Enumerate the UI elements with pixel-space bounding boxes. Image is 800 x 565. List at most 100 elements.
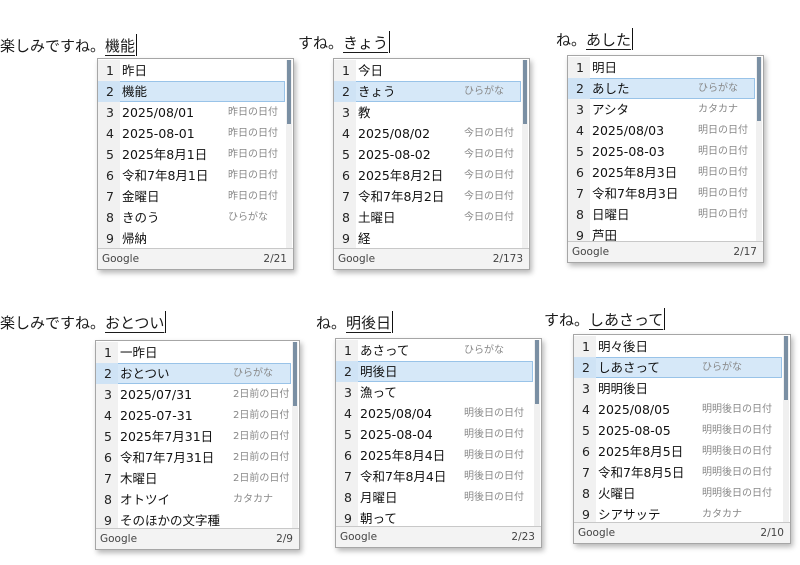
composition-text: あした	[586, 31, 632, 49]
candidate-scrollbar[interactable]	[522, 60, 528, 249]
candidate-number: 8	[344, 490, 352, 505]
candidate-number: 5	[342, 147, 350, 162]
candidate-row[interactable]: 8 オトツイ カタカナ	[96, 489, 291, 510]
candidate-window: 1 今日 2 きょう ひらがな 3 教 4 2025/08/02 今日の日付 5 2025-08-02…	[333, 58, 530, 270]
candidate-row[interactable]: 7 令和7年8月5日 明明後日の日付	[574, 462, 782, 483]
candidate-scrollbar[interactable]	[292, 342, 298, 531]
candidate-row[interactable]: 4 2025/08/04 明後日の日付	[336, 403, 533, 424]
composition-line[interactable]: ね。あした	[556, 28, 634, 52]
candidate-scrollbar[interactable]	[756, 57, 762, 246]
candidate-row[interactable]: 7 令和7年8月2日 今日の日付	[334, 186, 521, 207]
candidate-row[interactable]: 1 一昨日	[96, 342, 291, 363]
candidate-row[interactable]: 3 漁って	[336, 382, 533, 403]
google-brand-label: Google	[338, 253, 376, 265]
candidate-row[interactable]: 6 令和7年7月31日 2日前の日付	[96, 447, 291, 468]
candidate-text: 一昨日	[120, 345, 158, 360]
candidate-row[interactable]: 5 2025-08-02 今日の日付	[334, 144, 521, 165]
candidate-row[interactable]: 6 2025年8月3日 明日の日付	[568, 162, 755, 183]
candidate-row[interactable]: 5 2025-08-05 明明後日の日付	[574, 420, 782, 441]
candidate-row[interactable]: 8 日曜日 明日の日付	[568, 204, 755, 225]
candidate-text: 今日	[358, 63, 384, 78]
candidate-row[interactable]: 3教	[334, 102, 521, 123]
candidate-number: 5	[582, 423, 590, 438]
candidate-row-selected[interactable]: 2 明後日	[336, 361, 533, 382]
candidate-row[interactable]: 4 2025-07-31 2日前の日付	[96, 405, 291, 426]
candidate-number: 8	[576, 207, 584, 222]
candidate-row[interactable]: 6 2025年8月2日 今日の日付	[334, 165, 521, 186]
scrollbar-thumb[interactable]	[784, 336, 788, 400]
candidate-row-selected[interactable]: 2 しあさって ひらがな	[574, 357, 782, 378]
candidate-row[interactable]: 5 2025-08-03 明日の日付	[568, 141, 755, 162]
candidate-text: 2025/08/05	[598, 402, 671, 417]
candidate-row[interactable]: 5 2025-08-04 明後日の日付	[336, 424, 533, 445]
text-caret	[165, 311, 167, 333]
page-indicator: 2/21	[263, 253, 287, 265]
candidate-number: 7	[342, 189, 350, 204]
scrollbar-thumb[interactable]	[757, 57, 761, 121]
google-brand-label: Google	[578, 527, 616, 539]
candidate-row[interactable]: 7 令和7年8月3日 明日の日付	[568, 183, 755, 204]
candidate-row[interactable]: 8 きのう ひらがな	[98, 207, 285, 228]
candidate-row[interactable]: 1 今日	[334, 60, 521, 81]
candidate-row[interactable]: 4 2025/08/03 明日の日付	[568, 120, 755, 141]
scrollbar-thumb[interactable]	[287, 60, 291, 124]
candidate-row[interactable]: 8 火曜日 明明後日の日付	[574, 483, 782, 504]
candidate-annotation: 2日前の日付	[233, 473, 290, 484]
candidate-row[interactable]: 1 昨日	[98, 60, 285, 81]
composition-line[interactable]: 楽しみですね。おとつい	[0, 311, 167, 335]
candidate-number: 1	[582, 339, 590, 354]
candidate-row[interactable]: 5 2025年7月31日 2日前の日付	[96, 426, 291, 447]
composition-line[interactable]: ね。明後日	[316, 311, 394, 335]
scrollbar-thumb[interactable]	[293, 342, 297, 406]
composition-text: おとつい	[105, 314, 165, 332]
candidate-row[interactable]: 6 令和7年8月1日 昨日の日付	[98, 165, 285, 186]
candidate-annotation: カタカナ	[698, 104, 738, 115]
candidate-row[interactable]: 4 2025/08/05 明明後日の日付	[574, 399, 782, 420]
candidate-row-selected[interactable]: 2 おとつい ひらがな	[96, 363, 291, 384]
candidate-number: 7	[344, 469, 352, 484]
candidate-annotation: 2日前の日付	[233, 452, 290, 463]
composition-line[interactable]: すね。きょう	[298, 31, 391, 55]
candidate-scrollbar[interactable]	[534, 340, 540, 529]
candidate-row[interactable]: 4 2025-08-01 昨日の日付	[98, 123, 285, 144]
candidate-text: オトツイ	[120, 492, 171, 507]
candidate-row[interactable]: 9 帰納	[98, 228, 285, 249]
candidate-row[interactable]: 1 あさって ひらがな	[336, 340, 533, 361]
composition-line[interactable]: 楽しみですね。機能	[0, 34, 138, 58]
candidate-row[interactable]: 6 2025年8月4日 明後日の日付	[336, 445, 533, 466]
candidate-row[interactable]: 3 2025/08/01 昨日の日付	[98, 102, 285, 123]
candidate-number: 8	[342, 210, 350, 225]
scrollbar-thumb[interactable]	[535, 340, 539, 404]
candidate-text: 2025/07/31	[120, 387, 193, 402]
candidate-row[interactable]: 3 明明後日	[574, 378, 782, 399]
candidate-text: 経	[358, 231, 371, 246]
candidate-row[interactable]: 7 金曜日 昨日の日付	[98, 186, 285, 207]
candidate-row[interactable]: 8 月曜日 明後日の日付	[336, 487, 533, 508]
candidate-row[interactable]: 1 明日	[568, 57, 755, 78]
candidate-annotation: ひらがな	[233, 368, 273, 379]
candidate-row[interactable]: 7 木曜日 2日前の日付	[96, 468, 291, 489]
scrollbar-thumb[interactable]	[523, 60, 527, 124]
candidate-row[interactable]: 6 2025年8月5日 明明後日の日付	[574, 441, 782, 462]
candidate-text: 2025/08/01	[122, 105, 195, 120]
candidate-row-selected[interactable]: 2 機能	[98, 81, 285, 102]
candidate-scrollbar[interactable]	[783, 336, 789, 525]
candidate-row[interactable]: 1 明々後日	[574, 336, 782, 357]
candidate-row-selected[interactable]: 2 あした ひらがな	[568, 78, 755, 99]
candidate-text: 2025-08-05	[598, 423, 671, 438]
candidate-annotation: 今日の日付	[464, 128, 514, 139]
candidate-text: 2025/08/04	[360, 406, 433, 421]
candidate-row[interactable]: 3 アシタ カタカナ	[568, 99, 755, 120]
candidate-row-selected[interactable]: 2 きょう ひらがな	[334, 81, 521, 102]
candidate-row[interactable]: 8 土曜日 今日の日付	[334, 207, 521, 228]
candidate-annotation: 明明後日の日付	[702, 404, 772, 415]
composition-line[interactable]: すね。しあさって	[544, 308, 666, 332]
candidate-row[interactable]: 3 2025/07/31 2日前の日付	[96, 384, 291, 405]
google-brand-label: Google	[572, 246, 610, 258]
candidate-row[interactable]: 4 2025/08/02 今日の日付	[334, 123, 521, 144]
candidate-row[interactable]: 7 令和7年8月4日 明後日の日付	[336, 466, 533, 487]
candidate-row[interactable]: 5 2025年8月1日 昨日の日付	[98, 144, 285, 165]
candidate-row[interactable]: 9経	[334, 228, 521, 249]
candidate-annotation: 明日の日付	[698, 188, 748, 199]
candidate-scrollbar[interactable]	[286, 60, 292, 249]
